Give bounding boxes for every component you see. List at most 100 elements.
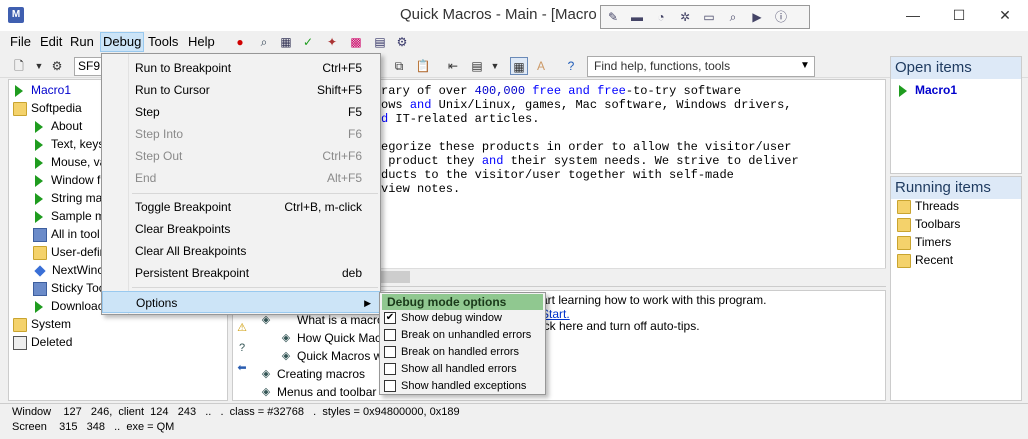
menu-item-run-to-cursor[interactable]: Run to Cursor Shift+F5: [102, 79, 380, 101]
check-icon[interactable]: ✓: [300, 34, 316, 50]
keyboard-icon[interactable]: ▬: [629, 9, 645, 25]
menu-item-toggle-breakpoint[interactable]: Toggle Breakpoint Ctrl+B, m-click: [102, 196, 380, 218]
chevron-down-icon[interactable]: ▼: [486, 57, 504, 75]
tree-item[interactable]: Sticky Toc: [33, 279, 105, 297]
tree-item[interactable]: String ma: [33, 189, 102, 207]
menu-file[interactable]: File: [8, 34, 33, 49]
topic-icon: ◈: [281, 332, 291, 344]
help-topics-icon[interactable]: ?: [235, 341, 249, 355]
tree-item[interactable]: About: [33, 117, 82, 135]
open-items-header: Open items: [891, 57, 1021, 79]
properties-icon[interactable]: ▤: [372, 34, 388, 50]
find-icon[interactable]: ⌕: [256, 34, 272, 50]
folder-icon: [897, 217, 911, 232]
checkbox-show-debug-window[interactable]: ✔ Show debug window: [384, 310, 502, 327]
menu-item-options[interactable]: Options ▶: [102, 291, 380, 313]
help-topic[interactable]: Menus and toolbar: [277, 385, 376, 399]
tree-item[interactable]: Window f: [33, 171, 100, 189]
running-items-header: Running items: [891, 177, 1021, 199]
checkbox-break-handled[interactable]: Break on handled errors: [384, 344, 519, 361]
menu-item-step[interactable]: Step F5: [102, 101, 380, 123]
menu-item-clear-all-breakpoints[interactable]: Clear All Breakpoints: [102, 240, 380, 262]
tree-item[interactable]: User-defir: [33, 243, 104, 261]
running-item[interactable]: Threads: [897, 197, 959, 215]
new-icon[interactable]: 🗋: [10, 57, 28, 75]
grid-icon[interactable]: ▦: [278, 34, 294, 50]
play-icon: [35, 120, 43, 133]
topic-icon: ◈: [261, 386, 271, 398]
tree-item[interactable]: All in tool: [33, 225, 100, 243]
status-screen-info: Screen 315 348 .. exe = QM: [12, 421, 175, 433]
copy-icon[interactable]: ⧉: [390, 57, 408, 75]
tree-item[interactable]: Text, keys: [33, 135, 104, 153]
tree-item[interactable]: Downloac: [33, 297, 104, 315]
checkbox-show-handled-exceptions[interactable]: Show handled exceptions: [384, 378, 526, 395]
help-icon[interactable]: ?: [562, 57, 580, 75]
maximize-button[interactable]: ☐: [936, 0, 982, 30]
scrollbar-thumb[interactable]: [380, 271, 410, 283]
run-icon[interactable]: ▶: [749, 9, 765, 25]
menu-item-step-into: Step Into F6: [135, 127, 362, 141]
menu-debug[interactable]: Debug: [100, 32, 145, 52]
topic-icon: ◈: [261, 368, 271, 380]
menu-separator: [132, 193, 378, 194]
properties-icon[interactable]: ⚙: [48, 57, 66, 75]
minimize-button[interactable]: —: [890, 0, 936, 30]
text-icon[interactable]: A: [532, 57, 550, 75]
tree-item[interactable]: Macro1: [13, 81, 71, 99]
find-icon[interactable]: ⌕: [725, 9, 741, 25]
tree-item[interactable]: NextWinc: [33, 261, 103, 279]
checkbox-checked-icon: ✔: [384, 312, 396, 325]
submenu-arrow-icon: ▶: [364, 298, 371, 308]
menu-item-run-to-breakpoint[interactable]: Run to Breakpoint Ctrl+F5: [102, 57, 380, 79]
running-item[interactable]: Toolbars: [897, 215, 960, 233]
help-search-input[interactable]: Find help, functions, tools: [587, 56, 815, 77]
window-icon[interactable]: ▭: [701, 9, 717, 25]
diamond-icon: [34, 265, 46, 277]
checkbox-show-all-handled-errors[interactable]: Show all handled errors: [384, 361, 517, 378]
tree-item[interactable]: Sample m: [33, 207, 105, 225]
mouse-icon[interactable]: ◔: [653, 9, 669, 25]
help-topic[interactable]: Creating macros: [277, 367, 365, 381]
tree-item[interactable]: Mouse, va: [33, 153, 106, 171]
record-icon[interactable]: ●: [232, 34, 248, 50]
colors-icon[interactable]: ▩: [348, 34, 364, 50]
code-line: d IT-related articles.: [381, 112, 540, 126]
help-topic[interactable]: How Quick Mac: [297, 331, 381, 345]
checkbox-break-unhandled[interactable]: Break on unhandled errors: [384, 327, 531, 344]
floating-toolbar: ✎ ▬ ◔ ✲ ▭ ⌕ ▶ ⓘ: [600, 5, 810, 29]
info-icon[interactable]: ⓘ: [773, 9, 789, 25]
folder-icon: [33, 245, 47, 260]
topic-icon: ◈: [281, 350, 291, 362]
gear-icon[interactable]: ✲: [677, 9, 693, 25]
play-icon: [35, 210, 43, 223]
tools-icon[interactable]: ✦: [324, 34, 340, 50]
running-item[interactable]: Timers: [897, 233, 951, 251]
open-item[interactable]: Macro1: [897, 81, 957, 99]
menu-run[interactable]: Run: [68, 34, 96, 49]
help-topic[interactable]: Quick Macros w: [297, 349, 382, 363]
back-arrow-icon[interactable]: ⬅: [235, 361, 249, 375]
app-icon[interactable]: M: [8, 7, 24, 23]
menu-help[interactable]: Help: [186, 34, 217, 49]
list-icon[interactable]: ▤: [468, 57, 486, 75]
menu-item-clear-breakpoints[interactable]: Clear Breakpoints: [102, 218, 380, 240]
running-item[interactable]: Recent: [897, 251, 953, 269]
warning-icon[interactable]: ⚠: [235, 321, 249, 335]
tree-item[interactable]: Deleted: [13, 333, 72, 351]
chevron-down-icon[interactable]: ▼: [797, 57, 813, 75]
pen-icon[interactable]: ✎: [605, 9, 621, 25]
view-icon[interactable]: ▦: [510, 57, 528, 75]
menu-item-persistent-breakpoint[interactable]: Persistent Breakpoint deb: [102, 262, 380, 284]
menu-tools[interactable]: Tools: [146, 34, 180, 49]
help-topic[interactable]: What is a macro: [297, 313, 384, 327]
insert-icon[interactable]: ⇤: [444, 57, 462, 75]
paste-icon[interactable]: 📋: [414, 57, 432, 75]
menu-edit[interactable]: Edit: [38, 34, 64, 49]
schedule-icon[interactable]: ⚙: [394, 34, 410, 50]
close-button[interactable]: ✕: [982, 0, 1028, 30]
tree-item[interactable]: Softpedia: [13, 99, 82, 117]
macro-name-field[interactable]: SF9: [74, 57, 104, 76]
chevron-down-icon[interactable]: ▼: [30, 57, 48, 75]
tree-item[interactable]: System: [13, 315, 71, 333]
